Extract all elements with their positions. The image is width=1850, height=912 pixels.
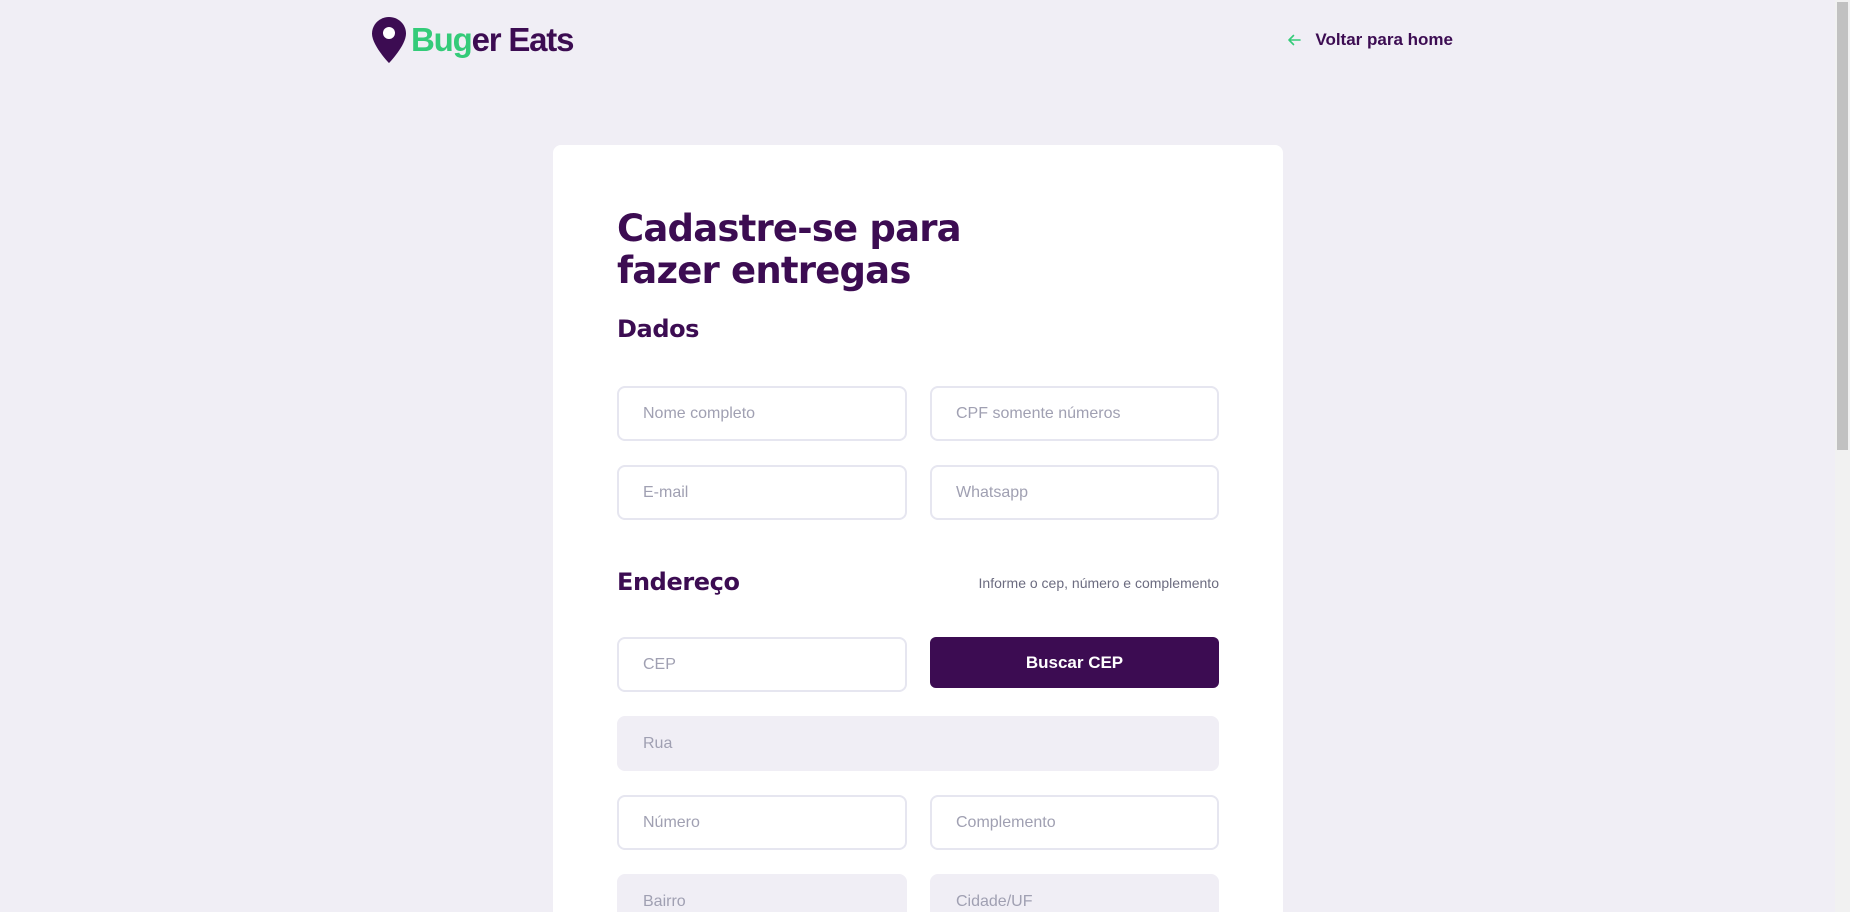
title-line-2: fazer entregas <box>617 249 911 292</box>
vertical-scrollbar[interactable] <box>1835 0 1850 912</box>
back-link-label: Voltar para home <box>1315 30 1453 49</box>
scrollbar-thumb[interactable] <box>1837 2 1848 450</box>
signup-form-card: Cadastre-se para fazer entregas Dados En… <box>553 145 1283 912</box>
complement-input[interactable] <box>930 795 1219 850</box>
buscar-cep-button[interactable]: Buscar CEP <box>930 637 1219 688</box>
section-title-dados: Dados <box>617 315 700 343</box>
whatsapp-input[interactable] <box>930 465 1219 520</box>
cep-input[interactable] <box>617 637 907 692</box>
email-input[interactable] <box>617 465 907 520</box>
section-title-endereco: Endereço <box>617 568 740 596</box>
back-to-home-link[interactable]: Voltar para home <box>1287 30 1453 50</box>
cpf-input[interactable] <box>930 386 1219 441</box>
district-input[interactable] <box>617 874 907 912</box>
endereco-hint: Informe o cep, número e complemento <box>978 575 1219 591</box>
street-input[interactable] <box>617 716 1219 771</box>
city-state-input[interactable] <box>930 874 1219 912</box>
logo-text: Buger Eats <box>411 21 574 58</box>
top-header: Buger Eats Voltar para home <box>0 0 1835 80</box>
page-title: Cadastre-se para fazer entregas <box>617 208 997 292</box>
arrow-left-icon <box>1288 34 1302 46</box>
buger-eats-logo[interactable]: Buger Eats <box>372 17 574 63</box>
title-line-1: Cadastre-se para <box>617 207 962 250</box>
number-input[interactable] <box>617 795 907 850</box>
name-input[interactable] <box>617 386 907 441</box>
location-pin-icon <box>372 17 406 63</box>
